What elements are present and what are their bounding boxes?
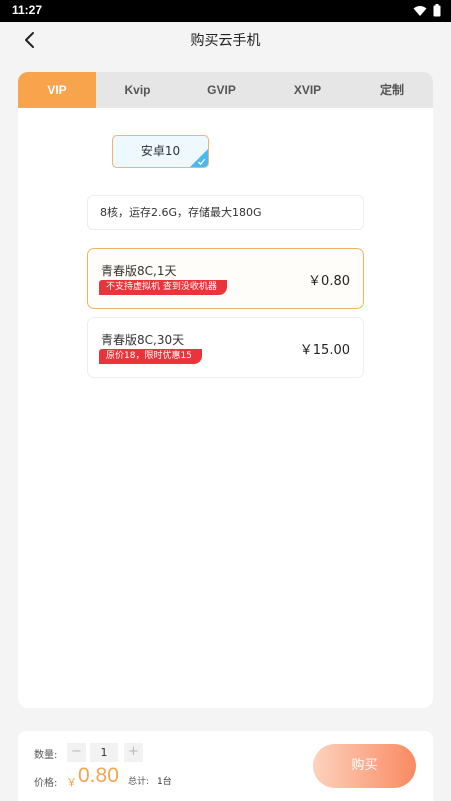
plan-name: 青春版8C,1天 <box>101 264 177 278</box>
purchase-bar: 数量: − 1 + 价格: ￥ 0.80 总计: 1台 购买 <box>18 731 433 801</box>
plan-price: ￥0.80 <box>308 274 350 289</box>
status-icons <box>413 4 441 17</box>
plan-tag: 原价18，限时优惠15 <box>99 349 202 364</box>
quantity-increase-button[interactable]: + <box>124 743 143 762</box>
title-bar: 购买云手机 <box>0 22 451 58</box>
plan-option-1day[interactable]: 青春版8C,1天 不支持虚拟机 查到没收机器 ￥0.80 <box>87 248 364 309</box>
buy-button[interactable]: 购买 <box>313 744 416 788</box>
status-bar: 11:27 <box>0 0 451 22</box>
checkmark-icon <box>197 158 206 166</box>
tab-vip[interactable]: VIP <box>18 72 96 108</box>
battery-icon <box>433 4 441 17</box>
plan-tag: 不支持虚拟机 查到没收机器 <box>99 280 227 295</box>
quantity-label: 数量: <box>34 750 58 761</box>
wifi-icon <box>413 5 427 16</box>
spec-summary: 8核，运存2.6G，存储最大180G <box>87 195 364 230</box>
tab-kvip[interactable]: Kvip <box>96 72 179 108</box>
price-label: 价格: <box>34 778 58 789</box>
quantity-input[interactable]: 1 <box>90 743 118 762</box>
os-option-android10[interactable]: 安卓10 <box>112 135 209 168</box>
status-time: 11:27 <box>12 3 43 17</box>
price-value: 0.80 <box>78 764 119 787</box>
page-title: 购买云手机 <box>190 33 261 49</box>
plan-price: ￥15.00 <box>299 343 350 358</box>
plan-option-30days[interactable]: 青春版8C,30天 原价18，限时优惠15 ￥15.00 <box>87 317 364 378</box>
os-option-label: 安卓10 <box>140 144 181 158</box>
tab-xvip[interactable]: XVIP <box>264 72 351 108</box>
tab-custom[interactable]: 定制 <box>351 72 433 108</box>
total-value: 1台 <box>157 777 172 787</box>
tab-gvip[interactable]: GVIP <box>179 72 264 108</box>
tier-tabs: VIP Kvip GVIP XVIP 定制 <box>18 72 433 108</box>
product-card: VIP Kvip GVIP XVIP 定制 安卓10 8核，运存2.6G，存储最… <box>18 72 433 708</box>
plan-name: 青春版8C,30天 <box>101 333 185 347</box>
quantity-decrease-button[interactable]: − <box>67 743 86 762</box>
total-label: 总计: <box>128 777 150 787</box>
currency-symbol: ￥ <box>66 776 77 789</box>
